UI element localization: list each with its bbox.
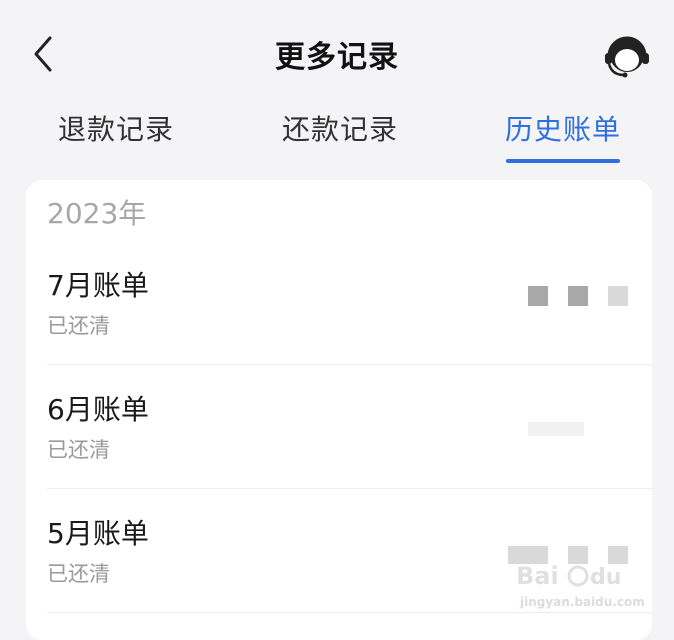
bill-title: 7月账单 — [47, 269, 149, 302]
customer-service-button[interactable] — [600, 30, 654, 84]
svg-text:du: du — [590, 565, 621, 590]
tab-history-bills[interactable]: 历史账单 — [463, 108, 663, 148]
tab-refund-records[interactable]: 退款记录 — [16, 108, 216, 148]
svg-text:jingyan.baidu.com: jingyan.baidu.com — [519, 595, 645, 609]
divider — [47, 364, 652, 365]
bill-title: 5月账单 — [47, 517, 149, 550]
active-tab-indicator — [506, 159, 620, 163]
svg-text:Bai: Bai — [516, 562, 559, 590]
bill-title: 6月账单 — [47, 393, 149, 426]
bill-status: 已还清 — [47, 562, 110, 586]
watermark-logo: Bai du jingyan.baidu.com — [512, 556, 662, 616]
year-label: 2023年 — [47, 197, 147, 230]
top-bar: 更多记录 — [0, 0, 674, 100]
page-title: 更多记录 — [275, 40, 399, 75]
customer-service-headset-icon — [605, 36, 649, 78]
bill-status: 已还清 — [47, 314, 110, 338]
bill-row[interactable]: 7月账单 已还清 — [26, 242, 652, 366]
divider — [47, 488, 652, 489]
record-tabs: 退款记录 还款记录 历史账单 — [0, 100, 674, 170]
bill-status: 已还清 — [47, 438, 110, 462]
tab-repayment-records[interactable]: 还款记录 — [240, 108, 440, 148]
bill-row[interactable]: 6月账单 已还清 — [26, 366, 652, 490]
